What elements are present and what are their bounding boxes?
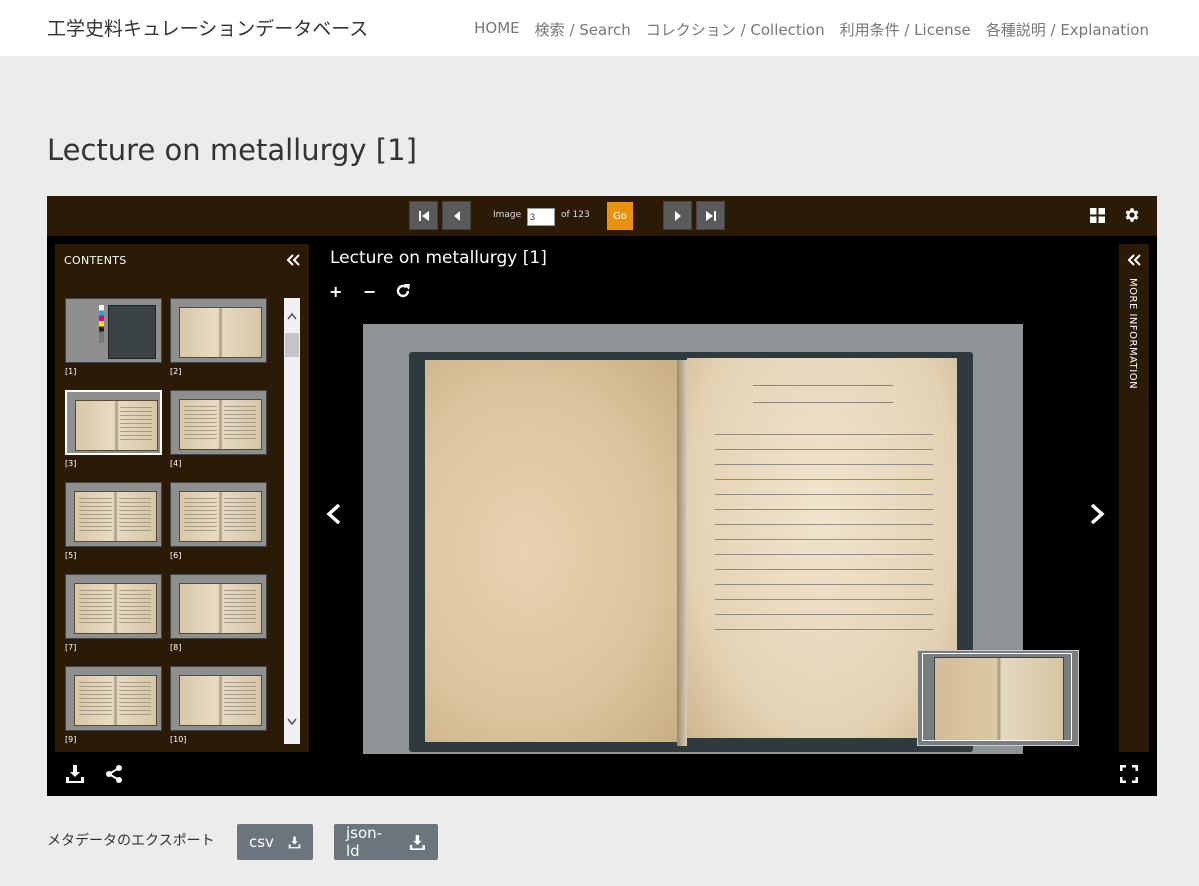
download-icon[interactable] [65,764,85,784]
page-number-input[interactable] [527,208,555,226]
thumbnail-item[interactable]: [10] [170,666,268,744]
share-icon[interactable] [104,764,124,784]
viewer-toolbar: Image of 123 Go [47,196,1157,236]
viewer-image-title: Lecture on metallurgy [1] [330,248,547,268]
chevron-left-icon[interactable] [324,502,344,526]
next-icon [674,210,681,221]
zoom-out-button[interactable]: − [363,282,376,301]
thumbnail-item[interactable]: [3] [65,390,163,482]
thumbnail-item[interactable]: [6] [170,482,268,574]
thumbnail-image [170,482,267,547]
export-csv-button[interactable]: csv [237,824,313,860]
last-page-button[interactable] [696,201,725,230]
nav-license[interactable]: 利用条件 / License [840,19,971,40]
minimap-viewport [922,653,1072,741]
thumbnail-label: [6] [170,551,182,560]
contents-title: CONTENTS [64,254,127,267]
contents-panel: CONTENTS [1] [2] [3] [4] [5] [6] [7] [8]… [55,244,309,752]
scroll-thumb[interactable] [285,333,299,357]
page-count-label: of 123 [561,210,590,220]
scroll-down-button[interactable] [284,714,300,730]
thumbnail-item[interactable]: [7] [65,574,163,666]
thumbnail-item[interactable]: [5] [65,482,163,574]
chevron-down-icon [287,718,297,726]
thumbnail-label: [5] [65,551,77,560]
thumbnail-image [170,574,267,639]
download-icon [410,834,426,850]
fullscreen-icon[interactable] [1119,764,1139,784]
site-title[interactable]: 工学史料キュレーションデータベース [47,14,368,41]
nav-explanation[interactable]: 各種説明 / Explanation [986,19,1149,40]
go-button[interactable]: Go [607,202,633,230]
nav-home[interactable]: HOME [474,19,520,40]
collapse-left-icon[interactable] [285,252,301,268]
thumbnail-item[interactable]: [8] [170,574,268,666]
more-info-label: MORE INFORMATION [1127,278,1138,390]
image-label: Image [493,210,522,220]
first-page-icon [418,210,429,221]
expand-panel-icon[interactable] [1126,252,1142,268]
thumbnail-image [65,298,162,363]
thumbnail-image [170,390,267,455]
prev-icon [453,210,460,221]
prev-page-button[interactable] [442,201,471,230]
book-left-page [425,360,677,742]
thumbnail-image [65,390,162,455]
thumbnail-label: [2] [170,367,182,376]
scroll-up-button[interactable] [284,308,300,324]
thumbnail-scrollbar[interactable] [284,298,300,744]
gear-icon[interactable] [1123,206,1141,224]
export-json-ld-label: json-ld [346,824,383,860]
thumbnail-image [170,666,267,731]
thumbnail-label: [9] [65,735,77,744]
chevron-right-icon[interactable] [1087,502,1107,526]
thumbnail-image [65,666,162,731]
thumbnail-label: [7] [65,643,77,652]
thumbnail-image [170,298,267,363]
download-icon [288,836,301,848]
thumbnail-list: [1] [2] [3] [4] [5] [6] [7] [8] [9] [10] [63,298,275,744]
nav-collection[interactable]: コレクション / Collection [646,19,825,40]
thumbnail-item[interactable]: [4] [170,390,268,482]
book-photo [409,352,973,752]
thumbnail-item[interactable]: [9] [65,666,163,744]
thumbnail-item[interactable]: [1] [65,298,163,390]
thumbnail-label: [1] [65,367,77,376]
grid-view-icon[interactable] [1090,208,1105,223]
image-viewer: Image of 123 Go CONTENTS [1] [47,196,1157,796]
thumbnail-item[interactable]: [2] [170,298,268,390]
thumbnail-image [65,574,162,639]
rotate-icon[interactable] [394,282,412,300]
nav-search[interactable]: 検索 / Search [535,19,631,40]
thumbnail-image [65,482,162,547]
metadata-export-label: メタデータのエクスポート [47,833,215,849]
thumbnail-label: [10] [170,735,187,744]
page-title: Lecture on metallurgy [1] [47,133,417,167]
export-csv-label: csv [249,833,274,851]
last-page-icon [705,210,716,221]
main-nav: HOME 検索 / Search コレクション / Collection 利用条… [474,19,1149,40]
thumbnail-label: [8] [170,643,182,652]
chevron-up-icon [287,312,297,320]
zoom-in-button[interactable]: + [329,282,342,301]
more-info-panel[interactable]: MORE INFORMATION [1119,244,1149,752]
top-navbar: 工学史料キュレーションデータベース HOME 検索 / Search コレクショ… [0,0,1199,56]
export-json-ld-button[interactable]: json-ld [334,824,438,860]
thumbnail-label: [4] [170,459,182,468]
thumbnail-label: [3] [65,459,77,468]
first-page-button[interactable] [409,201,438,230]
navigator-minimap[interactable] [917,650,1079,746]
next-page-button[interactable] [663,201,692,230]
